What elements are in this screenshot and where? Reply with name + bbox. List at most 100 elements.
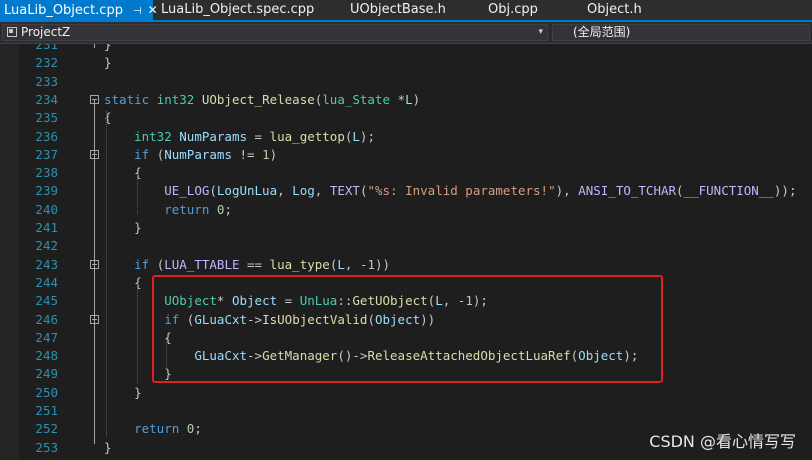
line-number: 249 [35, 366, 58, 382]
code-token: TEXT [329, 183, 360, 199]
code-token: return [164, 201, 210, 217]
line-number: 252 [35, 421, 58, 437]
line-number: 243 [35, 256, 58, 272]
code-token: Log [292, 183, 315, 199]
pin-icon[interactable]: ⊣ [133, 6, 142, 17]
line-number: 241 [35, 220, 58, 235]
code-line[interactable]: 232} [0, 54, 812, 72]
code-token: } [104, 384, 142, 400]
code-line[interactable]: 243 if (LUA_TTABLE == lua_type(L, -1)) [0, 256, 812, 274]
tab-label: LuaLib_Object.spec.cpp [161, 2, 315, 17]
code-token: lua_type [269, 256, 330, 272]
code-line[interactable]: 238 { [0, 164, 812, 182]
code-token: ( [676, 183, 684, 199]
outline-bar [94, 44, 95, 48]
code-token: )) [375, 256, 391, 272]
project-dropdown[interactable]: ProjectZ ▾ [2, 24, 548, 41]
code-token: NumParams [179, 128, 248, 144]
code-line[interactable]: 250 } [0, 384, 812, 402]
code-token: UE_LOG [164, 183, 210, 199]
line-number: 231 [35, 44, 58, 52]
line-number: 239 [35, 183, 58, 199]
code-text: int32 NumParams = lua_gettop(L); [104, 128, 375, 146]
code-line[interactable]: 231} [0, 44, 812, 54]
code-token: "%s: Invalid parameters!" [367, 183, 556, 199]
code-token: if [134, 146, 150, 162]
line-number: 237 [35, 146, 58, 162]
tab-label: Object.h [587, 2, 642, 17]
code-token: L [352, 128, 360, 144]
code-line[interactable]: 251 [0, 402, 812, 420]
line-number: 242 [35, 238, 58, 254]
code-token: lua_State [322, 91, 391, 107]
tab-object-h[interactable]: Object.h [587, 0, 642, 20]
code-line[interactable]: 234 static int32 UObject_Release(lua_Stat… [0, 91, 812, 109]
code-line[interactable]: 242 [0, 237, 812, 255]
tab-obj-cpp[interactable]: Obj.cpp [488, 0, 538, 20]
tab-lualib-object-spec-cpp[interactable]: LuaLib_Object.spec.cpp [161, 0, 314, 20]
line-number: 250 [35, 384, 58, 400]
tab-label: Obj.cpp [488, 2, 538, 17]
code-text: return 0; [104, 201, 232, 219]
close-icon[interactable]: ✕ [148, 3, 158, 17]
code-token: } [104, 439, 112, 455]
code-line[interactable]: 240 return 0; [0, 201, 812, 219]
code-token: } [104, 220, 142, 235]
code-token: != [231, 146, 263, 162]
code-token: -1 [359, 256, 376, 272]
line-number: 253 [35, 439, 58, 455]
line-number: 245 [35, 293, 58, 309]
code-token: NumParams [164, 146, 232, 162]
project-icon [7, 27, 17, 37]
tab-uobjectbase-h[interactable]: UObjectBase.h [350, 0, 446, 20]
watermark: CSDN @看心情写写 [649, 432, 796, 451]
code-text: } [104, 384, 142, 402]
code-token: UObject_Release [201, 91, 315, 107]
navigation-bar: ProjectZ ▾ (全局范围) [0, 22, 812, 44]
code-token: LogUnLua [216, 183, 278, 199]
code-line[interactable]: 237 if (NumParams != 1) [0, 146, 812, 164]
code-token: ( [149, 146, 165, 162]
code-token: ( [209, 183, 217, 199]
highlight-box [152, 275, 663, 383]
code-token: __FUNCTION__ [683, 183, 774, 199]
project-name: ProjectZ [21, 25, 71, 39]
code-line[interactable]: 233 [0, 73, 812, 91]
indent-guide [137, 174, 138, 214]
code-text: } [104, 54, 112, 72]
tab-label: LuaLib_Object.cpp [4, 3, 123, 18]
code-token: ) [412, 91, 421, 107]
code-text: if (LUA_TTABLE == lua_type(L, -1)) [104, 256, 390, 274]
code-line[interactable]: 239 UE_LOG(LogUnLua, Log, TEXT("%s: Inva… [0, 182, 812, 200]
line-number: 236 [35, 128, 58, 144]
code-token: } [104, 44, 112, 52]
tab-label: UObjectBase.h [350, 2, 446, 17]
code-token: )); [773, 183, 797, 199]
line-number: 235 [35, 110, 58, 126]
code-token: ; [224, 201, 232, 217]
code-text: } [104, 219, 142, 237]
code-line[interactable]: 235{ [0, 109, 812, 127]
code-token: ; [194, 421, 202, 437]
code-editor[interactable]: 231} 232} 233 234 static int32 UObject_Relea… [0, 44, 812, 460]
code-token: ); [359, 128, 375, 144]
scope-dropdown[interactable]: (全局范围) [552, 24, 810, 41]
scope-label: (全局范围) [573, 25, 631, 39]
code-token: * [390, 91, 406, 107]
chevron-down-icon[interactable]: ▾ [538, 25, 543, 40]
code-token: return [134, 421, 180, 437]
line-number: 247 [35, 329, 58, 345]
code-line[interactable]: 241 } [0, 219, 812, 237]
code-text: UE_LOG(LogUnLua, Log, TEXT("%s: Invalid … [104, 182, 796, 200]
tab-lualib-object-cpp[interactable]: LuaLib_Object.cpp ⊣ ✕ [0, 0, 158, 20]
code-token: L [337, 256, 345, 272]
code-line[interactable]: 236 int32 NumParams = lua_gettop(L); [0, 128, 812, 146]
line-number: 248 [35, 348, 58, 364]
